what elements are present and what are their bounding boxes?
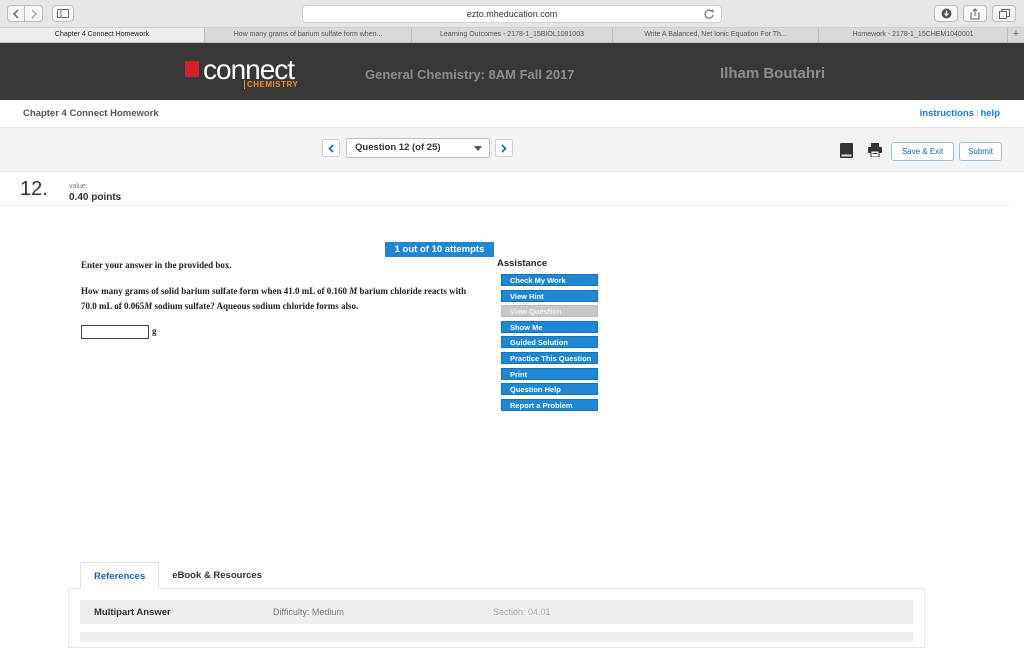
app-header: connect CHEMISTRY General Chemistry: 8AM… — [0, 43, 1024, 100]
link-separator: | — [976, 108, 979, 119]
browser-tab[interactable]: How many grams of barium sulfate form wh… — [205, 28, 412, 42]
check-my-work-button[interactable]: Check My Work — [501, 274, 598, 286]
previous-question-button[interactable] — [322, 139, 340, 157]
assignment-bar: Chapter 4 Connect Homework instructions |… — [0, 100, 1024, 127]
next-question-button[interactable] — [495, 139, 513, 157]
printer-icon[interactable] — [868, 143, 882, 157]
reload-icon[interactable] — [703, 8, 715, 20]
tabs-overview-button[interactable] — [992, 5, 1016, 22]
show-me-button[interactable]: Show Me — [501, 320, 598, 333]
address-bar[interactable]: ezto.mheducation.com — [302, 5, 722, 23]
question-help-button[interactable]: Question Help — [501, 383, 598, 396]
tab-references[interactable]: References — [80, 562, 160, 589]
assistance-list: Check My Work View Hint View Question Sh… — [501, 274, 598, 414]
view-hint-button[interactable]: View Hint — [501, 289, 598, 302]
forward-button[interactable] — [25, 5, 43, 22]
value-label: value: — [69, 183, 88, 190]
multipart-answer-row[interactable]: Multipart Answer Difficulty: Medium Sect… — [80, 600, 913, 624]
browser-tab[interactable]: Write A Balanced, Net Ionic Equation For… — [613, 28, 819, 42]
chevron-left-icon — [328, 143, 334, 153]
mcgraw-hill-logo-icon — [185, 61, 199, 77]
view-question-button: View Question — [501, 305, 598, 318]
question-select-value: Question 12 (of 25) — [355, 142, 441, 153]
downloads-button[interactable] — [934, 5, 958, 22]
chevron-left-icon — [12, 8, 19, 19]
divider — [0, 205, 1012, 206]
guided-solution-button[interactable]: Guided Solution — [501, 336, 598, 349]
sidebar-icon — [57, 9, 69, 18]
instructions-link[interactable]: instructions — [920, 108, 974, 119]
question-text-part: sodium sulfate? Aqueous sodium chloride … — [152, 301, 359, 311]
question-instruction: Enter your answer in the provided box. — [81, 260, 232, 270]
question-nav-bar: Question 12 (of 25) Save & Exit Submit — [0, 127, 1024, 172]
course-title: General Chemistry: 8AM Fall 2017 — [365, 67, 575, 82]
submit-button[interactable]: Submit — [959, 142, 1002, 161]
multipart-title: Multipart Answer — [94, 607, 171, 618]
history-buttons — [7, 5, 43, 22]
toolbar-actions — [934, 5, 1016, 22]
browser-tabs: Chapter 4 Connect Homework How many gram… — [0, 28, 1024, 43]
answer-unit: g — [152, 326, 157, 336]
browser-toolbar: ezto.mheducation.com — [0, 0, 1024, 28]
logo-subtitle: CHEMISTRY — [244, 80, 298, 89]
tabs-icon — [998, 8, 1010, 19]
question-text-part: How many grams of solid barium sulfate f… — [81, 286, 350, 296]
attempts-badge: 1 out of 10 attempts — [385, 242, 494, 257]
share-icon — [970, 7, 980, 19]
question-points: 0.40 points — [69, 192, 122, 203]
question-text: How many grams of solid barium sulfate f… — [81, 284, 481, 314]
browser-tab[interactable]: Homework - 2178-1_15CHEM1040001 — [819, 28, 1008, 42]
user-name: Ilham Boutahri — [720, 65, 826, 82]
practice-question-button[interactable]: Practice This Question — [501, 351, 598, 364]
chevron-right-icon — [501, 143, 507, 153]
new-tab-button[interactable]: + — [1008, 28, 1024, 42]
references-row — [80, 632, 913, 642]
chevron-right-icon — [30, 8, 37, 19]
help-link[interactable]: help — [980, 108, 1000, 119]
print-button[interactable]: Print — [501, 367, 598, 380]
assistance-title: Assistance — [497, 258, 548, 269]
browser-tab[interactable]: Chapter 4 Connect Homework — [0, 28, 205, 42]
question-number: 12. — [20, 178, 48, 200]
ebook-icon[interactable] — [840, 143, 853, 158]
url-text: ezto.mheducation.com — [466, 9, 558, 19]
section-label: Section: 04.01 — [493, 607, 551, 617]
tab-ebook-resources[interactable]: eBook & Resources — [159, 562, 275, 589]
difficulty-label: Difficulty: Medium — [273, 607, 344, 617]
references-tabs: References eBook & Resources — [80, 562, 275, 589]
sidebar-toggle-button[interactable] — [52, 5, 74, 22]
caret-down-icon — [474, 146, 482, 151]
save-exit-button[interactable]: Save & Exit — [891, 142, 954, 161]
download-icon — [941, 8, 951, 19]
question-select[interactable]: Question 12 (of 25) — [346, 138, 490, 158]
answer-input[interactable] — [81, 325, 149, 339]
assignment-title: Chapter 4 Connect Homework — [23, 108, 159, 119]
report-problem-button[interactable]: Report a Problem — [501, 398, 598, 411]
browser-tab[interactable]: Learning Outcomes - 2178-1_15BIOL1081003 — [412, 28, 613, 42]
top-links: instructions | help — [920, 108, 1000, 119]
back-button[interactable] — [7, 5, 25, 22]
share-button[interactable] — [963, 5, 987, 22]
